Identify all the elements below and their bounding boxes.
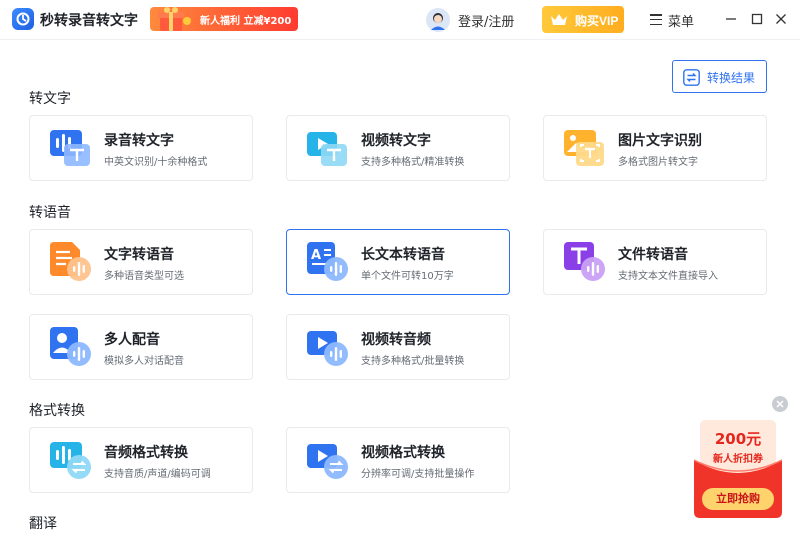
multi-dubbing-icon [50,327,91,366]
promo-banner[interactable]: 新人福利 立减¥200 [150,7,298,31]
close-icon[interactable] [772,10,790,28]
coupon-popup[interactable]: 200元 新人折扣券 立即抢购 [694,420,782,518]
menu-button[interactable]: 菜单 [650,11,698,30]
card-desc: 支持文本文件直接导入 [618,271,718,282]
card-text-to-voice[interactable]: 文字转语音 多种语音类型可选 [29,229,253,295]
card-desc: 分辨率可调/支持批量操作 [361,469,475,480]
card-desc: 支持多种格式/精准转换 [361,157,465,168]
card-video-to-audio[interactable]: 视频转音频 支持多种格式/批量转换 [286,314,510,380]
card-title: 视频转文字 [361,133,431,149]
coupon-amount: 200元 [714,430,762,448]
card-multi-dubbing[interactable]: 多人配音 模拟多人对话配音 [29,314,253,380]
video-text-icon [307,132,347,166]
maximize-icon[interactable] [748,10,766,28]
minimize-icon[interactable] [722,10,740,28]
buy-vip-label: 购买VIP [575,14,619,28]
gift-icon [158,7,191,31]
section-title-to-text: 转文字 [29,91,71,107]
menu-label: 菜单 [668,15,695,30]
promo-text: 新人福利 立减¥200 [200,16,292,27]
card-long-text-to-voice[interactable]: A 长文本转语音 单个文件可转10万字 [286,229,510,295]
buy-vip-button[interactable]: 购买VIP [542,6,624,33]
card-audio-format[interactable]: 音频格式转换 支持音质/声道/编码可调 [29,427,253,493]
text-voice-icon [50,242,91,281]
card-title: 文字转语音 [104,247,174,263]
avatar[interactable] [426,8,450,32]
login-link[interactable]: 登录/注册 [458,11,514,30]
section-title-to-voice: 转语音 [29,205,71,221]
convert-result-label: 转换结果 [707,71,756,85]
card-title: 视频格式转换 [361,445,445,461]
card-file-to-voice[interactable]: 文件转语音 支持文本文件直接导入 [543,229,767,295]
long-text-voice-icon: A [307,242,348,281]
card-audio-to-text[interactable]: 录音转文字 中英文识别/十余种格式 [29,115,253,181]
card-desc: 多格式图片转文字 [618,157,698,168]
card-desc: 多种语音类型可选 [104,271,184,282]
coupon-subtitle: 新人折扣券 [713,454,763,465]
image-ocr-icon [564,130,604,166]
section-title-format: 格式转换 [29,403,85,419]
card-title: 音频格式转换 [104,445,188,461]
card-desc: 支持多种格式/批量转换 [361,356,465,367]
card-video-to-text[interactable]: 视频转文字 支持多种格式/精准转换 [286,115,510,181]
card-title: 长文本转语音 [361,247,445,263]
hamburger-icon [650,14,662,26]
card-desc: 模拟多人对话配音 [104,356,184,367]
card-desc: 支持音质/声道/编码可调 [104,469,211,480]
audio-format-icon [50,442,91,479]
card-title: 多人配音 [104,332,160,348]
section-title-translate: 翻译 [29,516,57,532]
convert-result-button[interactable]: 转换结果 [672,60,767,93]
user-icon [426,8,450,32]
card-desc: 中英文识别/十余种格式 [104,157,208,168]
card-title: 图片文字识别 [618,133,702,149]
file-voice-icon [564,242,605,281]
app-title: 秒转录音转文字 [40,13,138,29]
card-title: 文件转语音 [618,247,688,263]
card-image-ocr[interactable]: 图片文字识别 多格式图片转文字 [543,115,767,181]
title-bar: 秒转录音转文字 新人福利 立减¥200 登录/注册 购买VIP 菜单 [0,0,800,40]
close-icon [776,400,784,408]
buy-now-button[interactable]: 立即抢购 [702,488,774,510]
video-audio-icon [307,331,348,366]
card-title: 视频转音频 [361,332,431,348]
card-video-format[interactable]: 视频格式转换 分辨率可调/支持批量操作 [286,427,510,493]
crown-icon [551,14,567,25]
audio-text-icon [50,130,90,166]
card-title: 录音转文字 [104,133,174,149]
coupon-close-button[interactable] [772,396,788,412]
card-desc: 单个文件可转10万字 [361,271,454,282]
svg-text:A: A [311,248,321,263]
app-logo [12,8,34,30]
video-format-icon [307,444,348,479]
swap-icon [683,69,700,86]
